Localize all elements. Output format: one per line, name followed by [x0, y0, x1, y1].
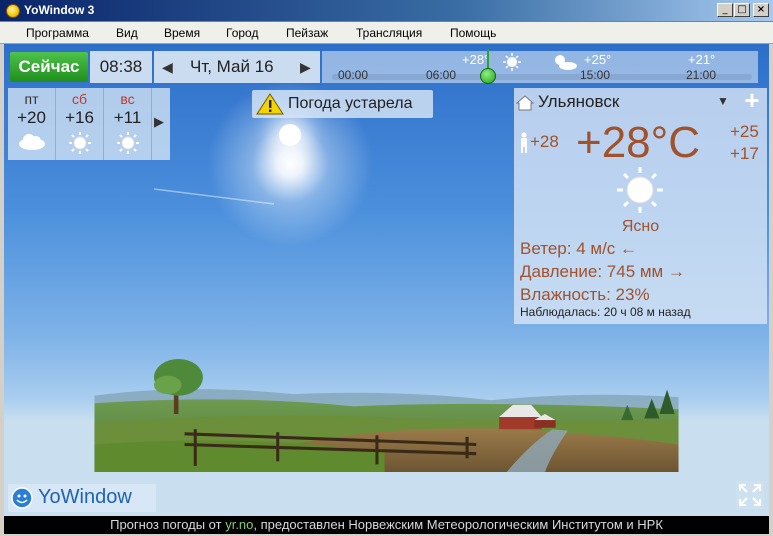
timeline-hour: 00:00	[338, 68, 369, 82]
warning-text: Погода устарела	[288, 95, 413, 112]
feels-like-temp: +28	[530, 132, 559, 151]
low-temp: +17	[730, 144, 759, 163]
maximize-button[interactable]: □	[734, 3, 750, 17]
wind-label: Ветер:	[520, 239, 572, 258]
forecast-day-name: сб	[71, 91, 88, 107]
brand-name: YoWindow	[38, 486, 132, 508]
weather-condition: Ясно	[621, 218, 660, 235]
forecast-day[interactable]: сб +16	[56, 88, 104, 160]
sun-icon	[617, 167, 663, 213]
timeline[interactable]: 00:00 06:00 15:00 21:00 +28° +25° +21°	[322, 49, 758, 84]
title-bar: YoWindow 3 _ □ ×	[0, 0, 773, 22]
observed-label: Наблюдалась:	[520, 305, 601, 319]
wind-value: 4 м/с ←	[576, 239, 638, 258]
next-day-icon[interactable]: ▶	[300, 59, 311, 76]
menu-program[interactable]: Программа	[26, 26, 89, 40]
timeline-hour: 21:00	[686, 68, 717, 82]
forecast-day-temp: +20	[17, 108, 46, 127]
pressure-value: 745 мм →	[606, 262, 685, 281]
prev-day-icon[interactable]: ◀	[162, 59, 173, 76]
wind-row: Ветер: 4 м/с ←	[520, 239, 637, 259]
timeline-knob[interactable]	[480, 68, 496, 84]
pressure-label: Давление:	[520, 262, 603, 281]
cloud-icon	[18, 134, 45, 150]
status-suffix: , предоставлен Норвежским Метеорологичес…	[253, 517, 663, 532]
time-display[interactable]: 08:38	[90, 51, 152, 83]
menu-help[interactable]: Помощь	[450, 26, 496, 40]
city-name[interactable]: Ульяновск	[538, 92, 619, 112]
yowindow-logo-icon	[11, 487, 33, 509]
menu-bar: Программа Вид Время Город Пейзаж Трансля…	[0, 22, 773, 44]
warning-icon	[256, 93, 284, 115]
home-icon[interactable]	[516, 94, 534, 112]
date-selector: ◀ Чт, Май 16 ▶	[154, 51, 320, 83]
timeline-temp: +21°	[688, 52, 716, 67]
status-link[interactable]: yr.no	[225, 517, 253, 532]
forecast-panel: пт +20 сб +16 вс +11 ▶	[8, 88, 170, 160]
timeline-temp: +25°	[584, 52, 612, 67]
forecast-day-name: пт	[24, 91, 39, 107]
add-city-button[interactable]: +	[739, 87, 765, 113]
city-dropdown-icon[interactable]: ▼	[717, 94, 729, 108]
window-title: YoWindow 3	[24, 3, 95, 17]
landscape	[94, 359, 679, 472]
person-icon	[521, 132, 527, 153]
humidity-row: Влажность: 23%	[520, 285, 650, 305]
sun-icon	[503, 53, 521, 71]
minimize-button[interactable]: _	[717, 3, 733, 17]
timeline-hour: 15:00	[580, 68, 611, 82]
toolbar: Сейчас 08:38 ◀ Чт, Май 16 ▶ 00:00 06:00 …	[4, 47, 769, 85]
timeline-temp: +28°	[462, 52, 490, 67]
forecast-day-name: вс	[120, 91, 135, 107]
menu-broadcast[interactable]: Трансляция	[356, 26, 422, 40]
menu-view[interactable]: Вид	[116, 26, 138, 40]
menu-landscape[interactable]: Пейзаж	[286, 26, 328, 40]
app-icon	[6, 4, 20, 18]
current-weather-panel: Ульяновск ▼ + +28 +28°C +25 +17 Ясно Вет…	[514, 87, 767, 324]
forecast-day[interactable]: пт +20	[8, 88, 56, 160]
forecast-day[interactable]: вс +11	[104, 88, 152, 160]
timeline-hour: 06:00	[426, 68, 457, 82]
now-button[interactable]: Сейчас	[10, 52, 88, 82]
close-button[interactable]: ×	[753, 3, 769, 17]
menu-city[interactable]: Город	[226, 26, 258, 40]
menu-time[interactable]: Время	[164, 26, 200, 40]
observed-row: Наблюдалась: 20 ч 08 м назад	[520, 305, 691, 319]
forecast-day-temp: +11	[113, 108, 142, 127]
status-prefix: Прогноз погоды от	[110, 517, 226, 532]
yowindow-brand[interactable]: YoWindow	[8, 484, 156, 512]
fullscreen-icon	[739, 484, 761, 506]
fullscreen-button[interactable]	[736, 481, 764, 509]
sun	[279, 124, 301, 146]
timeline-marker	[487, 49, 489, 69]
humidity-value: 23%	[615, 285, 650, 304]
forecast-day-temp: +16	[65, 108, 94, 127]
humidity-label: Влажность:	[520, 285, 611, 304]
contrail	[154, 188, 275, 205]
status-bar: Прогноз погоды от yr.no, предоставлен Но…	[4, 516, 769, 534]
stale-weather-warning[interactable]: Погода устарела	[252, 90, 433, 118]
pressure-row: Давление: 745 мм →	[520, 262, 685, 282]
date-text: Чт, Май 16	[190, 57, 274, 76]
sun-icon	[68, 132, 91, 154]
forecast-next-icon[interactable]: ▶	[154, 114, 164, 130]
high-temp: +25	[730, 122, 759, 141]
current-temperature: +28°C	[576, 118, 701, 167]
observed-value: 20 ч 08 м назад	[603, 305, 691, 319]
sun-icon	[116, 132, 139, 154]
partly-cloudy-icon	[555, 55, 577, 70]
